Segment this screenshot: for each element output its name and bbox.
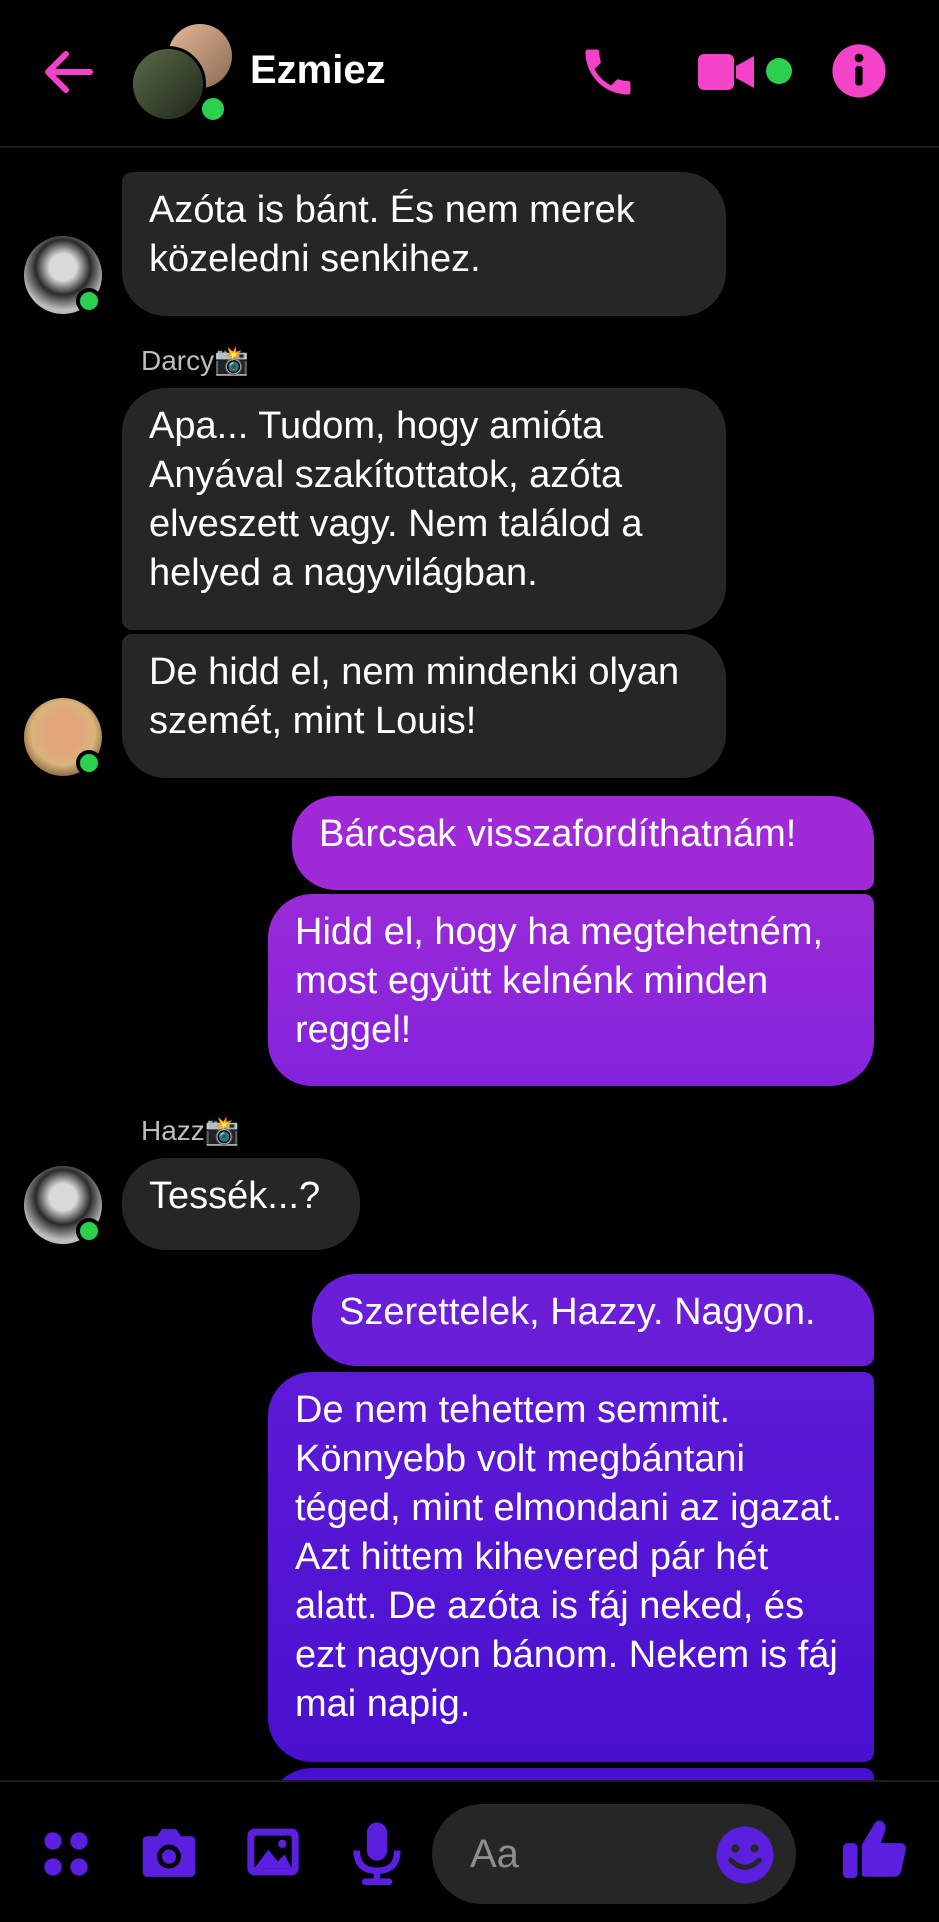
conversation-title[interactable]: Ezmiez <box>250 48 386 93</box>
info-icon[interactable] <box>830 42 888 100</box>
online-status-dot <box>76 1218 102 1244</box>
chat-header: Ezmiez <box>0 0 939 148</box>
message-input-placeholder: Aa <box>470 1832 519 1876</box>
message-bubble-outgoing[interactable]: Bárcsak visszafordíthatnám! <box>292 796 874 890</box>
video-active-dot <box>766 58 792 84</box>
sender-name: Darcy📸 <box>141 345 249 376</box>
thumbs-up-icon[interactable] <box>840 1812 910 1886</box>
message-bubble-partial <box>268 1768 874 1780</box>
microphone-icon[interactable] <box>350 1820 404 1886</box>
message-bubble-outgoing[interactable]: Szerettelek, Hazzy. Nagyon. <box>312 1274 874 1366</box>
composer-bar: Aa <box>0 1780 939 1922</box>
message-bubble-incoming[interactable]: De hidd el, nem mindenki olyan szemét, m… <box>122 634 726 778</box>
member-photo-front <box>130 46 206 122</box>
back-arrow-icon[interactable] <box>38 42 98 102</box>
online-status-dot <box>76 750 102 776</box>
phone-icon[interactable] <box>578 42 638 102</box>
message-list[interactable]: Azóta is bánt. És nem merek közeledni se… <box>0 120 939 1780</box>
message-bubble-incoming[interactable]: Apa... Tudom, hogy amióta Anyával szakít… <box>122 388 726 630</box>
video-camera-icon[interactable] <box>694 42 758 102</box>
message-bubble-incoming[interactable]: Azóta is bánt. És nem merek közeledni se… <box>122 172 726 316</box>
group-avatar[interactable] <box>130 24 232 124</box>
message-input[interactable]: Aa <box>432 1804 796 1904</box>
message-bubble-incoming[interactable]: Tessék...? <box>122 1158 360 1250</box>
gallery-icon[interactable] <box>244 1824 302 1880</box>
menu-dots-icon[interactable] <box>40 1828 92 1880</box>
message-bubble-outgoing[interactable]: De nem tehettem semmit. Könnyebb volt me… <box>268 1372 874 1762</box>
message-bubble-outgoing[interactable]: Hidd el, hogy ha megtehetném, most együt… <box>268 894 874 1086</box>
emoji-icon[interactable] <box>714 1824 776 1886</box>
online-status-dot <box>198 94 228 124</box>
sender-name: Hazz📸 <box>141 1115 240 1146</box>
online-status-dot <box>76 288 102 314</box>
camera-icon[interactable] <box>138 1824 200 1882</box>
